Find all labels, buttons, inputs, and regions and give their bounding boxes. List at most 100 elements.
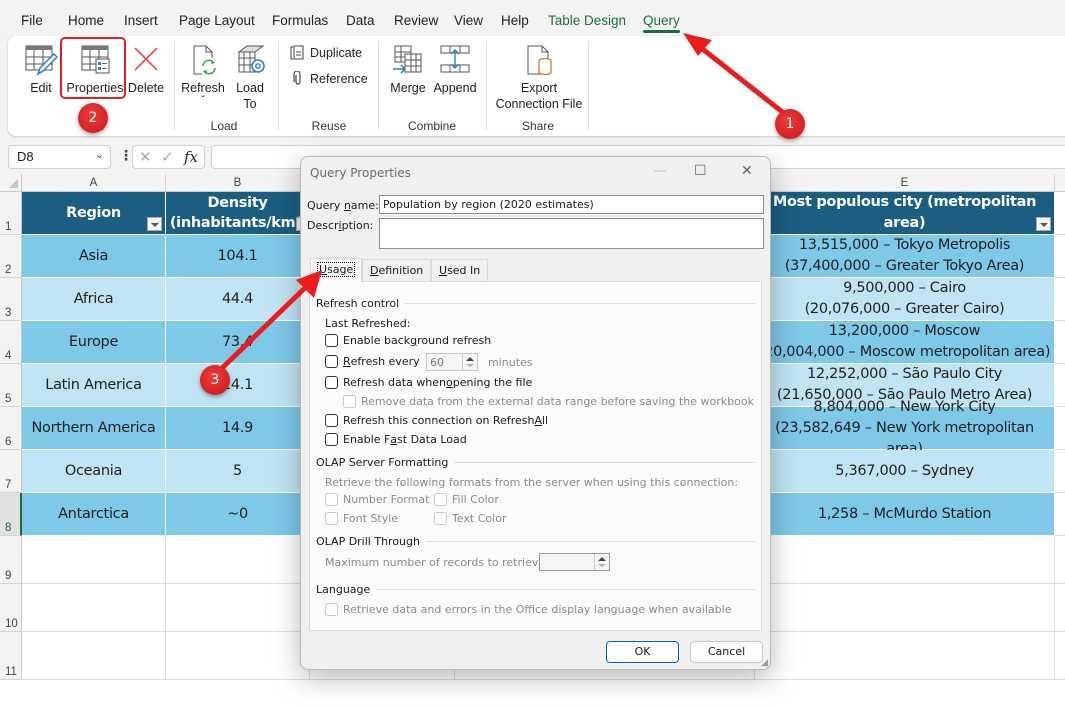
edit-query-button[interactable]: Edit bbox=[22, 44, 60, 96]
row-header[interactable]: 10 bbox=[0, 584, 22, 632]
cell[interactable] bbox=[1055, 407, 1065, 450]
row-header[interactable]: 9 bbox=[0, 536, 22, 584]
query-name-input[interactable]: Population by region (2020 estimates) bbox=[379, 195, 764, 214]
region-cell[interactable]: Europe bbox=[22, 321, 166, 364]
load-to-button[interactable]: Load To bbox=[230, 44, 270, 112]
column-header-f[interactable] bbox=[1055, 174, 1065, 192]
refresh-interval-spinner[interactable]: 60 bbox=[426, 353, 478, 371]
tab-file[interactable]: File bbox=[21, 13, 43, 28]
filter-dropdown-icon[interactable] bbox=[147, 217, 162, 231]
density-cell[interactable]: 44.4 bbox=[166, 278, 310, 321]
duplicate-button[interactable]: Duplicate bbox=[290, 45, 362, 60]
tab-page-layout[interactable]: Page Layout bbox=[179, 13, 255, 28]
city-cell[interactable]: 13,200,000 – Moscow (20,004,000 – Moscow … bbox=[755, 321, 1055, 364]
cell[interactable] bbox=[166, 536, 310, 584]
row-header[interactable]: 11 bbox=[0, 632, 22, 680]
cell[interactable] bbox=[1055, 278, 1065, 321]
tab-usage[interactable]: Usage bbox=[310, 258, 363, 282]
region-cell[interactable]: Asia bbox=[22, 235, 166, 278]
cancel-button[interactable]: Cancel bbox=[690, 641, 763, 663]
city-cell[interactable]: 8,804,000 – New York City (23,582,649 – N… bbox=[755, 399, 1055, 457]
row-header[interactable]: 5 bbox=[0, 364, 22, 407]
cell[interactable] bbox=[22, 632, 166, 680]
cell[interactable] bbox=[1055, 536, 1065, 584]
city-cell[interactable]: 5,367,000 – Sydney bbox=[755, 450, 1055, 493]
more-options-icon[interactable]: ⋮ bbox=[119, 147, 133, 164]
density-cell[interactable]: 5 bbox=[166, 450, 310, 493]
tab-table-design[interactable]: Table Design bbox=[548, 13, 626, 28]
header-density[interactable]: Density (inhabitants/km2 bbox=[166, 192, 311, 235]
cell[interactable] bbox=[1055, 632, 1065, 680]
density-cell[interactable]: ~0 bbox=[166, 493, 310, 536]
tab-definition[interactable]: Definition bbox=[362, 259, 432, 281]
cancel-formula-icon[interactable]: ✕ bbox=[139, 148, 152, 166]
append-button[interactable]: Append bbox=[432, 44, 478, 96]
tab-data[interactable]: Data bbox=[346, 13, 375, 28]
cell[interactable] bbox=[1055, 364, 1065, 407]
name-box[interactable]: D8 ⌄ bbox=[8, 145, 111, 169]
row-header[interactable]: 3 bbox=[0, 278, 22, 321]
row-header[interactable]: 7 bbox=[0, 450, 22, 493]
cell[interactable] bbox=[1055, 493, 1065, 536]
refresh-button[interactable]: Refresh ˇ bbox=[180, 44, 226, 106]
cell[interactable] bbox=[166, 584, 310, 632]
column-header-b[interactable]: B bbox=[166, 174, 310, 192]
merge-button[interactable]: Merge bbox=[386, 44, 430, 96]
row-header[interactable]: 4 bbox=[0, 321, 22, 364]
resize-grip-icon[interactable]: ◢ bbox=[761, 658, 768, 668]
minimize-icon[interactable]: — bbox=[653, 163, 667, 179]
city-cell[interactable]: 13,515,000 – Tokyo Metropolis (37,400,000… bbox=[755, 235, 1055, 278]
cell[interactable] bbox=[755, 536, 1055, 584]
density-cell[interactable]: 14.9 bbox=[166, 407, 310, 450]
city-cell[interactable]: 1,258 – McMurdo Station bbox=[755, 493, 1055, 536]
tab-insert[interactable]: Insert bbox=[124, 13, 158, 28]
cell[interactable] bbox=[1055, 450, 1065, 493]
cell[interactable] bbox=[1055, 192, 1065, 235]
header-city[interactable]: Most populous city (metropolitan area) bbox=[755, 192, 1055, 235]
column-header-a[interactable]: A bbox=[22, 174, 166, 192]
density-cell[interactable]: 73.4 bbox=[166, 321, 310, 364]
spinner-arrows-icon[interactable] bbox=[462, 354, 477, 370]
select-all-corner[interactable] bbox=[0, 174, 22, 192]
enable-background-refresh-checkbox[interactable]: Enable back g round refresh bbox=[325, 334, 491, 347]
cell[interactable] bbox=[1055, 235, 1065, 278]
reference-button[interactable]: Reference bbox=[292, 71, 368, 86]
tab-review[interactable]: Review bbox=[394, 13, 438, 28]
region-cell[interactable]: Latin America bbox=[22, 364, 166, 407]
tab-query[interactable]: Query bbox=[643, 13, 680, 33]
export-connection-file-button[interactable]: Export Connection File bbox=[492, 44, 586, 112]
maximize-icon[interactable]: ☐ bbox=[694, 163, 707, 179]
density-cell[interactable]: 24.1 bbox=[166, 364, 310, 407]
header-region[interactable]: Region bbox=[22, 192, 166, 235]
city-cell[interactable]: 9,500,000 – Cairo (20,076,000 – Greater C… bbox=[755, 278, 1055, 321]
insert-function-icon[interactable]: fx bbox=[184, 148, 198, 166]
ok-button[interactable]: OK bbox=[606, 641, 679, 663]
cell[interactable] bbox=[755, 632, 1055, 680]
cell[interactable] bbox=[1055, 584, 1065, 632]
chevron-down-icon[interactable]: ⌄ bbox=[95, 148, 104, 161]
row-header[interactable]: 2 bbox=[0, 235, 22, 278]
refresh-every-checkbox[interactable]: Refresh every bbox=[325, 355, 420, 368]
description-input[interactable] bbox=[379, 218, 764, 249]
region-cell[interactable]: Northern America bbox=[22, 407, 166, 450]
density-cell[interactable]: 104.1 bbox=[166, 235, 310, 278]
filter-dropdown-icon[interactable] bbox=[1036, 217, 1051, 231]
tab-formulas[interactable]: Formulas bbox=[272, 13, 328, 28]
cell[interactable] bbox=[22, 536, 166, 584]
tab-home[interactable]: Home bbox=[68, 13, 104, 28]
cell[interactable] bbox=[1055, 321, 1065, 364]
row-header[interactable]: 8 bbox=[0, 493, 22, 536]
region-cell[interactable]: Africa bbox=[22, 278, 166, 321]
cell[interactable] bbox=[22, 584, 166, 632]
cell[interactable] bbox=[166, 632, 310, 680]
tab-used-in[interactable]: Used In bbox=[431, 259, 489, 281]
region-cell[interactable]: Antarctica bbox=[22, 493, 166, 536]
refresh-on-refresh-all-checkbox[interactable]: Refresh this connection on Refresh All bbox=[325, 414, 548, 427]
row-header[interactable]: 6 bbox=[0, 407, 22, 450]
tab-help[interactable]: Help bbox=[501, 13, 529, 28]
tab-view[interactable]: View bbox=[454, 13, 483, 28]
refresh-on-open-checkbox[interactable]: Refresh data when o pening the file bbox=[325, 376, 532, 389]
row-header[interactable]: 1 bbox=[0, 192, 22, 235]
close-icon[interactable]: ✕ bbox=[741, 163, 753, 179]
cell[interactable] bbox=[755, 584, 1055, 632]
